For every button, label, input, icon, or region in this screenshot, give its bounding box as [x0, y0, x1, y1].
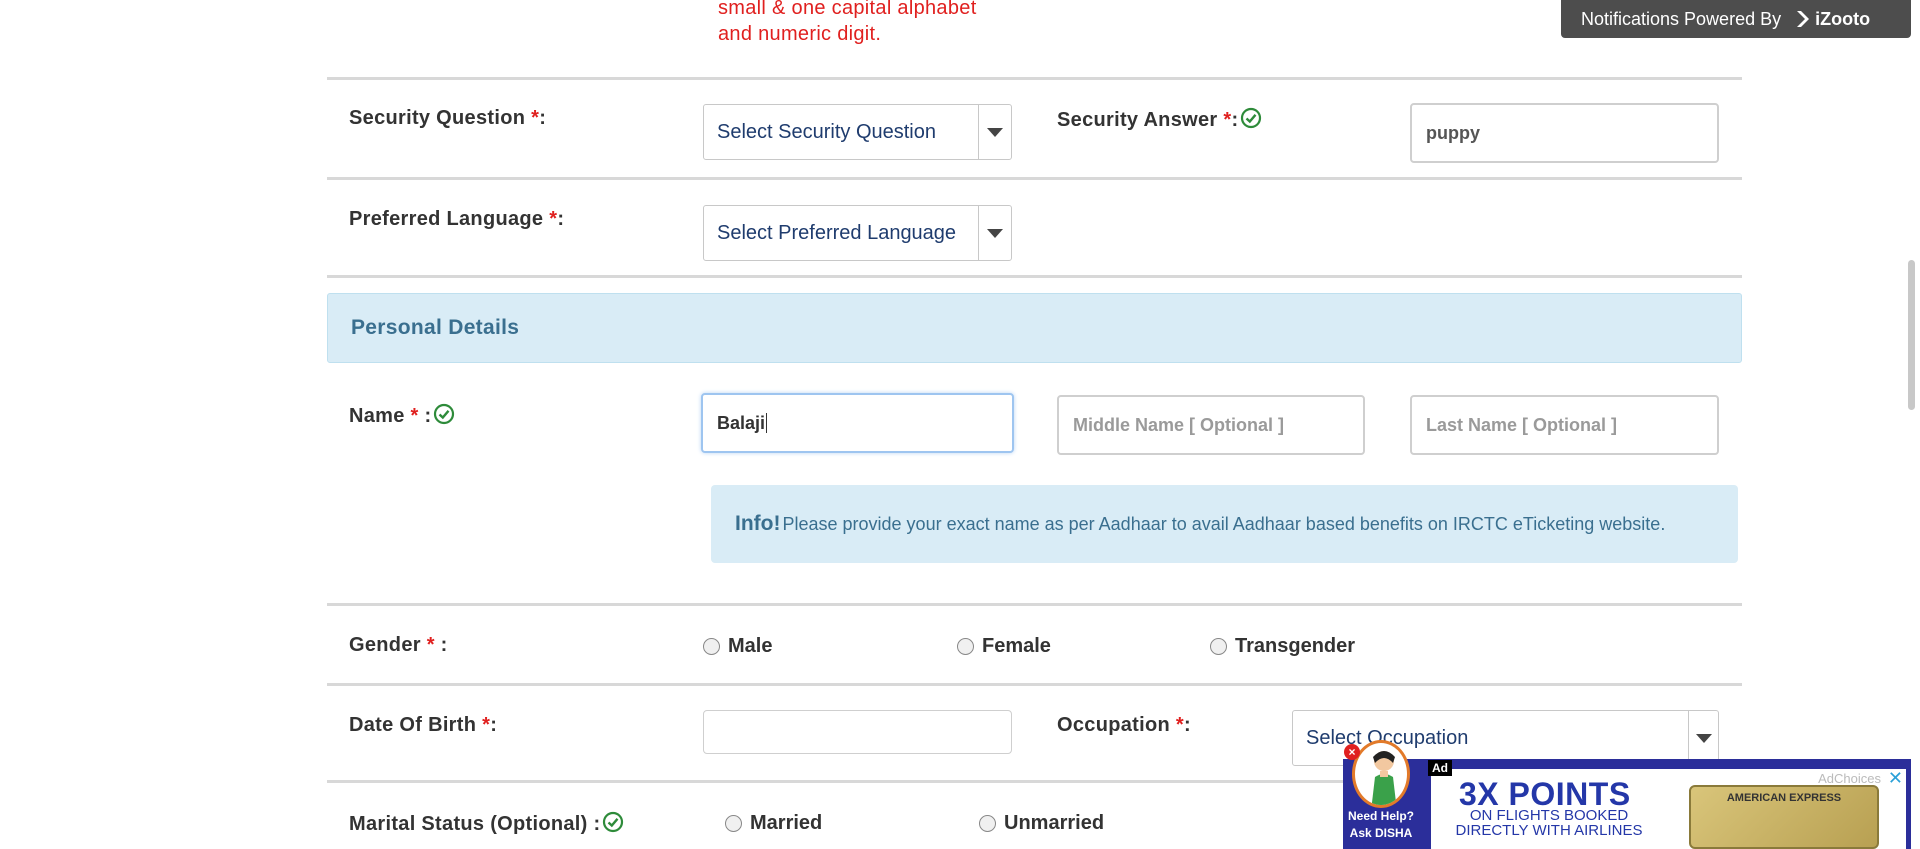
- middle-name-input[interactable]: Middle Name [ Optional ]: [1057, 395, 1365, 455]
- divider: [327, 177, 1742, 180]
- last-name-input[interactable]: Last Name [ Optional ]: [1410, 395, 1719, 455]
- info-text: Please provide your exact name as per Aa…: [782, 513, 1666, 534]
- check-circle-icon: [434, 403, 455, 425]
- radio-circle[interactable]: [703, 638, 720, 655]
- divider: [327, 603, 1742, 606]
- radio-label: Unmarried: [1004, 812, 1105, 834]
- name-label: Name * :: [349, 403, 455, 428]
- password-hint-line2: and numeric digit.: [718, 23, 882, 45]
- info-strong: Info!: [735, 512, 781, 535]
- radio-circle[interactable]: [979, 815, 996, 832]
- personal-details-title: Personal Details: [351, 316, 520, 339]
- radio-circle[interactable]: [957, 638, 974, 655]
- disha-line2: Ask DISHA: [1349, 826, 1413, 840]
- radio-label: Female: [982, 635, 1051, 657]
- disha-avatar-figure: [1371, 751, 1397, 805]
- notification-bar[interactable]: Notifications Powered By iZooto: [1561, 0, 1911, 38]
- last-name-placeholder: Last Name [ Optional ]: [1426, 414, 1618, 435]
- divider: [327, 683, 1742, 686]
- disha-chat-widget[interactable]: × Need Help? Ask DISHA: [1344, 740, 1418, 849]
- security-answer-value: puppy: [1426, 122, 1480, 143]
- password-hint-line1: small & one capital alphabet: [718, 0, 977, 19]
- ad-line2: DIRECTLY WITH AIRLINES: [1455, 822, 1643, 839]
- ad-badge: Ad: [1428, 760, 1452, 776]
- preferred-language-select[interactable]: Select Preferred Language: [703, 205, 1012, 261]
- marital-status-label: Marital Status (Optional) :: [349, 811, 624, 836]
- disha-line1: Need Help?: [1347, 809, 1414, 823]
- security-answer-input[interactable]: puppy: [1410, 103, 1719, 163]
- radio-circle[interactable]: [1210, 638, 1227, 655]
- marital-married-radio[interactable]: Married: [725, 812, 822, 835]
- radio-label: Married: [750, 812, 823, 834]
- dob-input[interactable]: [703, 710, 1012, 754]
- izooto-brand: iZooto: [1795, 9, 1870, 30]
- close-icon[interactable]: ✕: [1888, 768, 1903, 789]
- close-icon[interactable]: ×: [1344, 744, 1360, 760]
- gender-transgender-radio[interactable]: Transgender: [1210, 635, 1355, 658]
- page-scrollbar-thumb[interactable]: [1908, 260, 1915, 410]
- marital-unmarried-radio[interactable]: Unmarried: [979, 812, 1104, 835]
- aadhaar-info-alert: Info! Please provide your exact name as p…: [711, 485, 1738, 563]
- chevron-down-icon[interactable]: [978, 206, 1011, 260]
- radio-label: Male: [728, 635, 773, 657]
- divider: [327, 275, 1742, 278]
- personal-details-header: Personal Details: [327, 293, 1742, 363]
- radio-circle[interactable]: [725, 815, 742, 832]
- izooto-brand-label: iZooto: [1815, 8, 1871, 29]
- security-question-select[interactable]: Select Security Question: [703, 104, 1012, 160]
- middle-name-placeholder: Middle Name [ Optional ]: [1073, 414, 1285, 435]
- notification-text: Notifications Powered By: [1581, 8, 1782, 29]
- security-answer-label: Security Answer *:: [1057, 107, 1262, 132]
- first-name-value: Balaji: [717, 412, 766, 433]
- izooto-logo-icon: [1797, 11, 1810, 27]
- chevron-down-icon[interactable]: [1688, 711, 1718, 765]
- dob-label: Date Of Birth *:: [349, 714, 498, 736]
- check-circle-icon: [603, 811, 624, 833]
- chevron-down-icon[interactable]: [978, 105, 1011, 159]
- disha-avatar-icon[interactable]: [1352, 740, 1410, 808]
- first-name-input[interactable]: Balaji: [701, 393, 1014, 453]
- card-text: AMERICAN EXPRESS: [1726, 792, 1842, 804]
- text-caret: [766, 413, 768, 433]
- adchoices-link[interactable]: AdChoices: [1818, 771, 1881, 786]
- occupation-label: Occupation *:: [1057, 714, 1191, 736]
- amex-card-image: AMERICAN EXPRESS: [1689, 785, 1879, 849]
- gender-female-radio[interactable]: Female: [957, 635, 1051, 658]
- preferred-language-label: Preferred Language *:: [349, 208, 565, 230]
- ad-banner[interactable]: Ad 3X POINTS ON FLIGHTS BOOKED DIRECTLY …: [1343, 759, 1911, 849]
- security-question-label: Security Question *:: [349, 107, 547, 129]
- check-circle-icon: [1241, 107, 1262, 129]
- gender-label: Gender * :: [349, 634, 448, 656]
- divider: [327, 77, 1742, 80]
- security-question-value: Select Security Question: [717, 120, 936, 143]
- gender-male-radio[interactable]: Male: [703, 635, 772, 658]
- disha-label: Need Help? Ask DISHA: [1344, 808, 1418, 842]
- radio-label: Transgender: [1235, 635, 1356, 657]
- preferred-language-value: Select Preferred Language: [717, 221, 957, 244]
